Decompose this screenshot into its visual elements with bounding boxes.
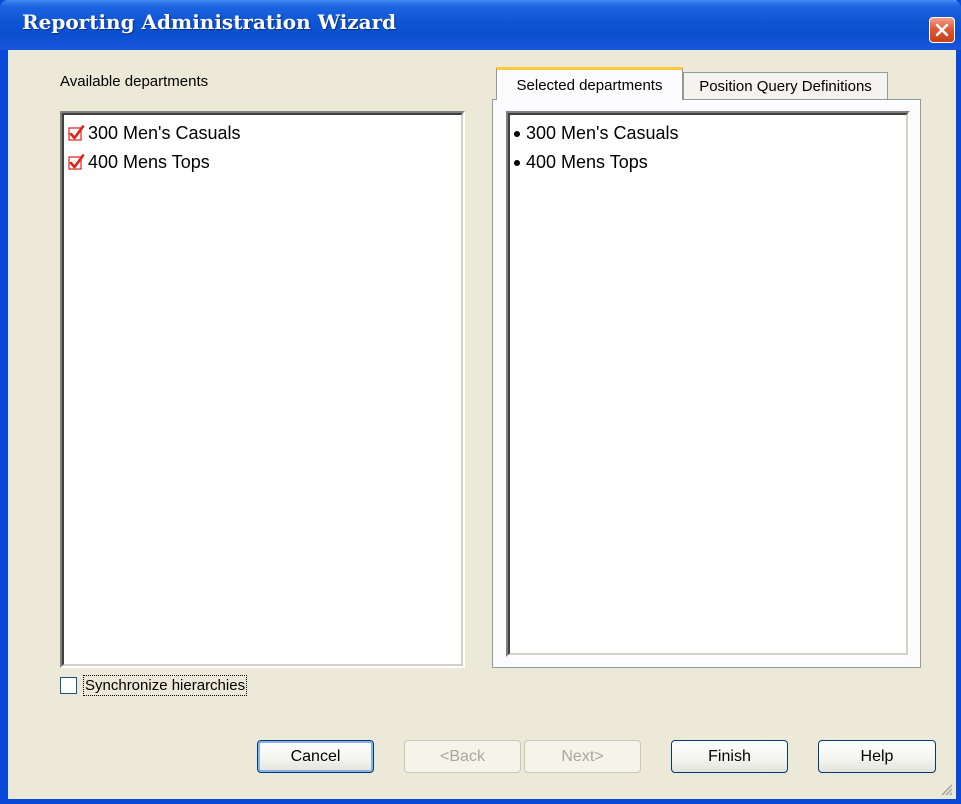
tab-position-query-definitions[interactable]: Position Query Definitions	[683, 72, 888, 100]
checkmark-icon	[68, 154, 85, 170]
synchronize-hierarchies-label[interactable]: Synchronize hierarchies	[83, 675, 248, 696]
available-item-label: 300 Men's Casuals	[88, 123, 241, 143]
checkmark-icon	[68, 125, 85, 141]
selected-item-label: 300 Men's Casuals	[526, 123, 679, 143]
available-item-label: 400 Mens Tops	[88, 152, 210, 172]
selected-item-300[interactable]: 300 Men's Casuals	[514, 123, 679, 144]
available-item-300[interactable]: 300 Men's Casuals	[68, 123, 241, 144]
tab-label: Selected departments	[516, 76, 663, 94]
resize-grip-icon[interactable]	[939, 782, 953, 796]
title-bar[interactable]: Reporting Administration Wizard	[0, 0, 961, 50]
bullet-icon	[514, 130, 520, 137]
help-button[interactable]: Help	[818, 740, 936, 773]
back-button-label: <Back	[440, 747, 485, 765]
close-button[interactable]	[929, 17, 955, 43]
tab-label: Position Query Definitions	[699, 77, 872, 95]
close-icon	[935, 23, 949, 37]
back-button[interactable]: <Back	[404, 740, 521, 773]
next-button[interactable]: Next>	[524, 740, 641, 773]
bullet-icon	[514, 159, 520, 166]
cancel-button[interactable]: Cancel	[257, 740, 374, 773]
synchronize-hierarchies-checkbox[interactable]	[60, 677, 77, 694]
next-button-label: Next>	[561, 747, 604, 765]
available-departments-list[interactable]: 300 Men's Casuals 400 Mens Tops	[60, 111, 465, 668]
window-title: Reporting Administration Wizard	[22, 10, 397, 34]
selected-departments-list[interactable]: 300 Men's Casuals 400 Mens Tops	[506, 111, 910, 657]
finish-button[interactable]: Finish	[671, 740, 788, 773]
available-item-400[interactable]: 400 Mens Tops	[68, 152, 210, 173]
tab-selected-departments[interactable]: Selected departments	[496, 67, 683, 100]
finish-button-label: Finish	[708, 747, 751, 765]
selected-item-label: 400 Mens Tops	[526, 152, 648, 172]
available-departments-label: Available departments	[60, 73, 209, 90]
help-button-label: Help	[860, 747, 894, 765]
selected-item-400[interactable]: 400 Mens Tops	[514, 152, 648, 173]
cancel-button-label: Cancel	[290, 747, 341, 765]
